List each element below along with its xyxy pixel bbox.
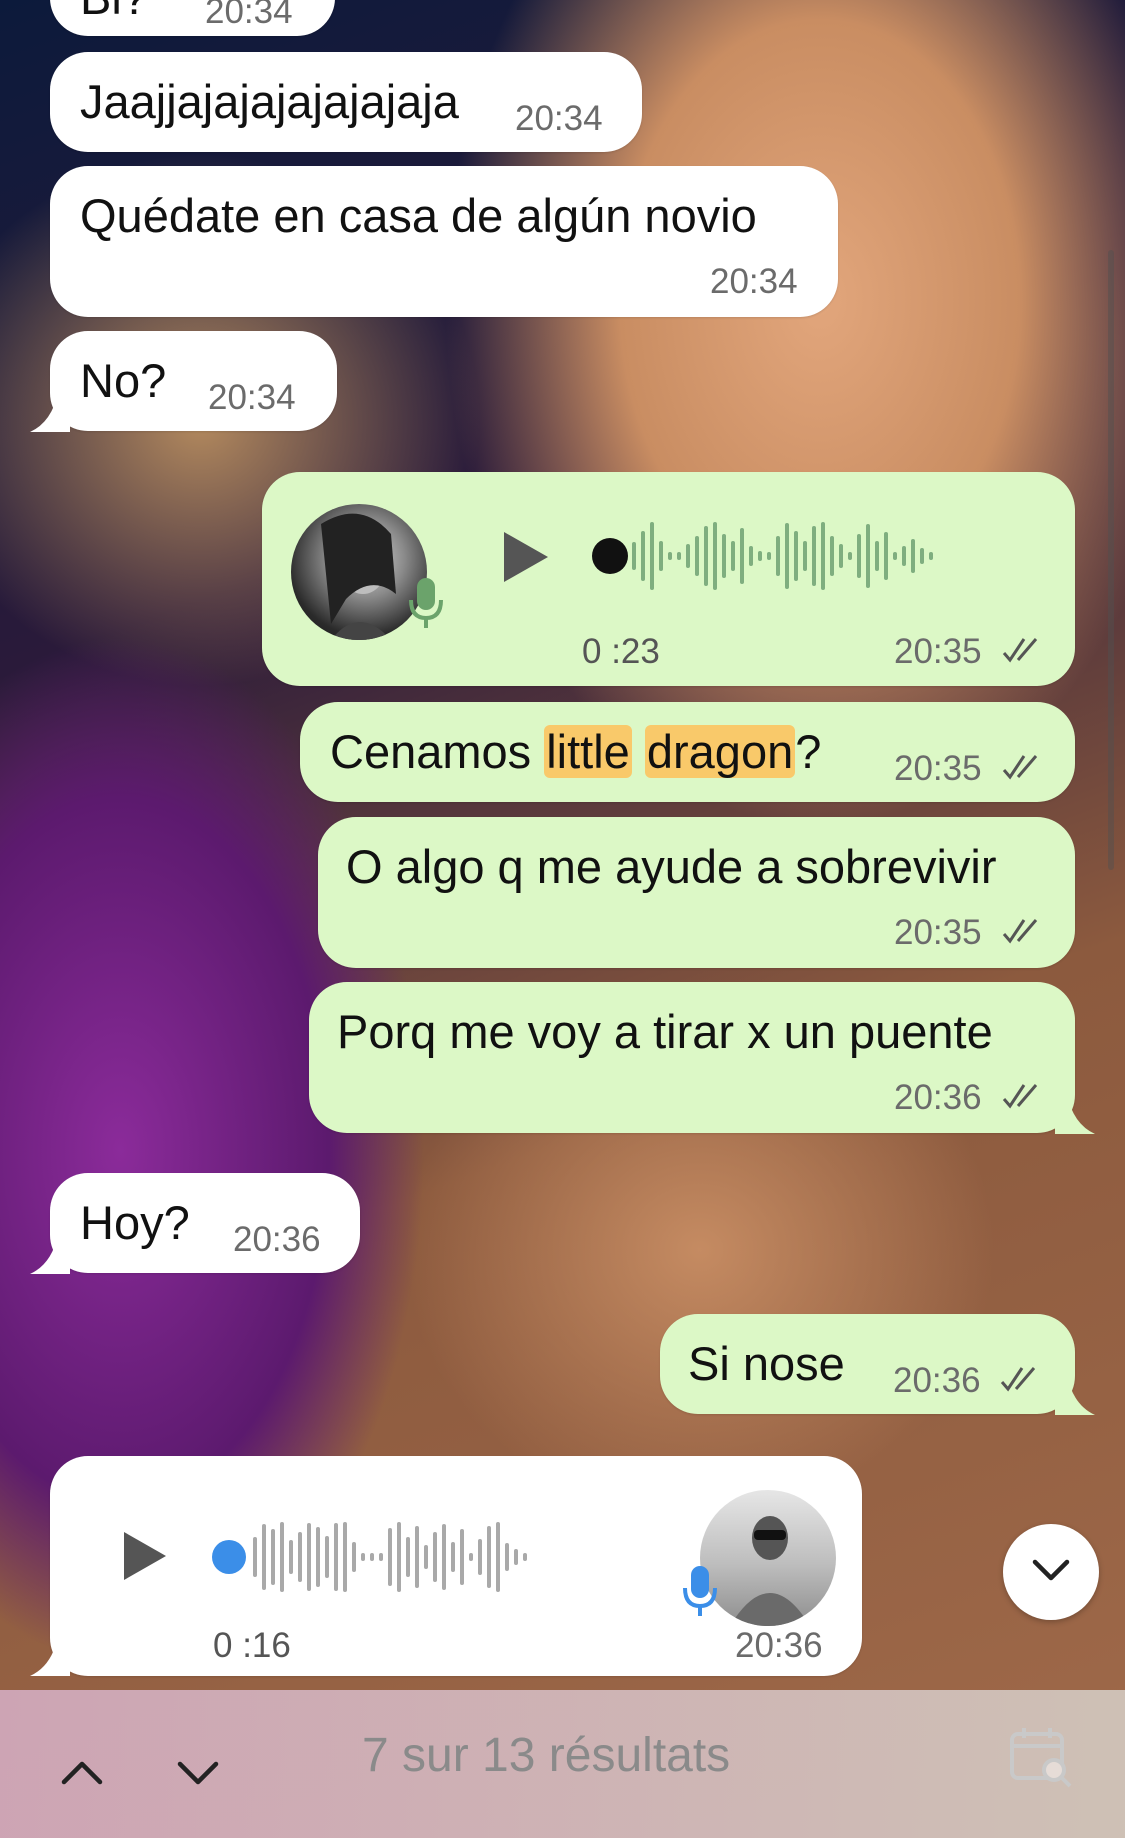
double-check-icon [1000,1367,1036,1392]
search-highlight: dragon [644,725,796,778]
message-time: 20:36 [233,1220,321,1259]
message-time: 20:34 [208,378,296,417]
voice-duration: 0 :16 [213,1626,291,1665]
message-text: Cenamos little dragon? [330,724,821,779]
message-bubble-incoming[interactable]: No? 20:34 [50,331,337,431]
message-text: Jaajjajajajajajajaja [80,75,459,128]
message-time: 20:36 [735,1626,823,1665]
message-time: 20:34 [515,99,603,138]
message-bubble-incoming[interactable]: Jaajjajajajajajajaja 20:34 [50,52,642,152]
message-bubble-outgoing[interactable]: O algo q me ayude a sobrevivir 20:35 [318,817,1075,968]
play-icon[interactable] [120,1528,170,1584]
message-text: Bl? [80,0,148,25]
message-text-part: ? [795,725,822,778]
chevron-up-icon[interactable] [60,1758,104,1786]
message-time: 20:36 [893,1361,981,1400]
search-highlight: little [544,725,632,778]
message-text: Porq me voy a tirar x un puente [337,1005,993,1058]
message-time: 20:34 [710,262,798,301]
bubble-tail [1055,1094,1095,1134]
message-bubble-incoming[interactable]: Hoy? 20:36 [50,1173,360,1273]
voice-message-outgoing[interactable]: 0 :23 20:35 [262,472,1075,686]
scroll-to-bottom-button[interactable] [1003,1524,1099,1620]
message-text: O algo q me ayude a sobrevivir [346,840,997,893]
double-check-icon [1002,638,1038,663]
search-results-bar: 7 sur 13 résultats [0,1690,1125,1838]
message-bubble-outgoing[interactable]: Si nose 20:36 [660,1314,1075,1414]
sender-avatar [700,1490,836,1626]
bubble-tail [30,392,70,432]
bubble-tail [1055,1375,1095,1415]
message-bubble-incoming[interactable]: Quédate en casa de algún novio 20:34 [50,166,838,317]
double-check-icon [1002,919,1038,944]
chevron-down-icon[interactable] [176,1760,220,1788]
mic-icon [409,578,443,628]
mic-icon [683,1566,717,1616]
message-text-part [632,725,645,778]
sender-avatar [291,504,427,640]
message-text: Hoy? [80,1196,190,1249]
message-text: Quédate en casa de algún novio [80,189,757,242]
bubble-tail [30,1636,70,1676]
voice-message-incoming[interactable]: 0 :16 20:36 [50,1456,862,1676]
message-time: 20:36 [894,1078,982,1117]
message-text-part: Cenamos [330,725,545,778]
message-bubble-outgoing[interactable]: Cenamos little dragon? 20:35 [300,702,1075,802]
message-time: 20:35 [894,913,982,952]
results-count: 7 sur 13 résultats [362,1729,731,1782]
playback-position-dot[interactable] [212,1540,246,1574]
double-check-icon [1002,755,1038,780]
message-time: 20:35 [894,749,982,788]
playback-position-dot[interactable] [592,538,628,574]
message-bubble-incoming[interactable]: Bl? 20:34 [50,0,335,36]
chevron-down-icon [1032,1559,1070,1581]
message-text: Si nose [688,1337,845,1390]
waveform[interactable] [253,1522,527,1592]
bubble-tail [30,1234,70,1274]
scrollbar[interactable] [1108,250,1114,870]
message-time: 20:35 [894,632,982,671]
play-icon[interactable] [500,528,552,586]
waveform[interactable] [632,522,933,590]
calendar-search-icon[interactable] [1008,1724,1074,1790]
message-bubble-outgoing[interactable]: Porq me voy a tirar x un puente 20:36 [309,982,1075,1133]
voice-duration: 0 :23 [582,632,660,671]
double-check-icon [1002,1084,1038,1109]
message-time: 20:34 [205,0,293,31]
message-text: No? [80,354,167,407]
